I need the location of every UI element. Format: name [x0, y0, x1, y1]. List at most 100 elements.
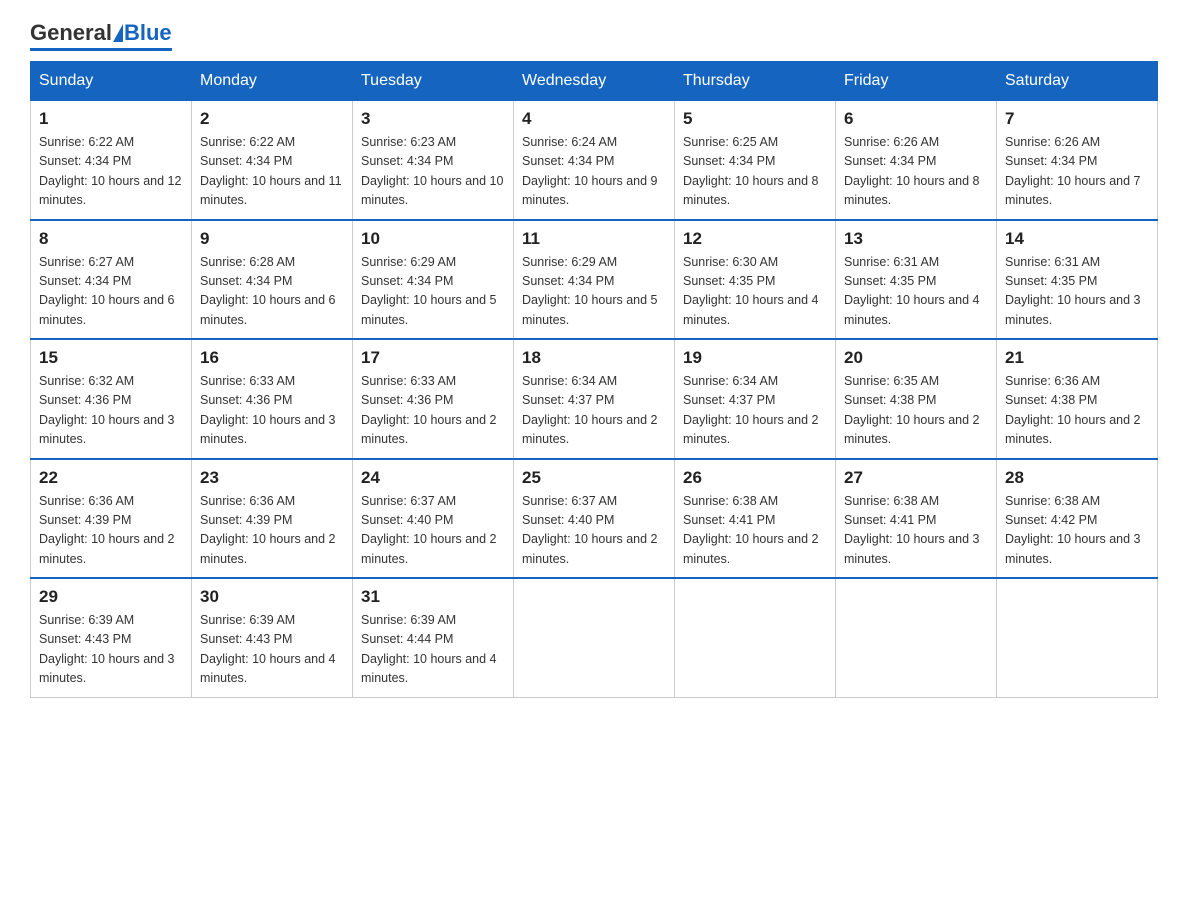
- day-info: Sunrise: 6:39 AMSunset: 4:43 PMDaylight:…: [200, 613, 336, 685]
- table-row: 17 Sunrise: 6:33 AMSunset: 4:36 PMDayligh…: [353, 339, 514, 459]
- header-tuesday: Tuesday: [353, 62, 514, 101]
- day-number: 16: [200, 348, 344, 368]
- table-row: 29Sunrise: 6:39 AMSunset: 4:43 PMDayligh…: [31, 578, 192, 697]
- day-number: 27: [844, 468, 988, 488]
- table-row: 20 Sunrise: 6:35 AMSunset: 4:38 PMDayligh…: [836, 339, 997, 459]
- day-info: Sunrise: 6:29 AMSunset: 4:34 PMDaylight:…: [361, 255, 497, 327]
- day-number: 23: [200, 468, 344, 488]
- day-number: 18: [522, 348, 666, 368]
- day-info: Sunrise: 6:33 AMSunset: 4:36 PMDaylight:…: [200, 374, 336, 446]
- logo-triangle-icon: [113, 24, 123, 42]
- table-row: 25 Sunrise: 6:37 AMSunset: 4:40 PMDayligh…: [514, 459, 675, 579]
- day-number: 10: [361, 229, 505, 249]
- table-row: 11Sunrise: 6:29 AMSunset: 4:34 PMDayligh…: [514, 220, 675, 340]
- table-row: 2Sunrise: 6:22 AMSunset: 4:34 PMDaylight…: [192, 101, 353, 220]
- day-number: 12: [683, 229, 827, 249]
- day-number: 7: [1005, 109, 1149, 129]
- day-number: 14: [1005, 229, 1149, 249]
- week-row-5: 29Sunrise: 6:39 AMSunset: 4:43 PMDayligh…: [31, 578, 1158, 697]
- table-row: 14Sunrise: 6:31 AMSunset: 4:35 PMDayligh…: [997, 220, 1158, 340]
- header-friday: Friday: [836, 62, 997, 101]
- day-number: 28: [1005, 468, 1149, 488]
- day-info: Sunrise: 6:34 AMSunset: 4:37 PMDaylight:…: [522, 374, 658, 446]
- day-info: Sunrise: 6:36 AMSunset: 4:38 PMDaylight:…: [1005, 374, 1141, 446]
- day-number: 26: [683, 468, 827, 488]
- day-info: Sunrise: 6:28 AMSunset: 4:34 PMDaylight:…: [200, 255, 336, 327]
- day-number: 21: [1005, 348, 1149, 368]
- days-header-row: SundayMondayTuesdayWednesdayThursdayFrid…: [31, 62, 1158, 101]
- day-number: 13: [844, 229, 988, 249]
- table-row: 19 Sunrise: 6:34 AMSunset: 4:37 PMDayligh…: [675, 339, 836, 459]
- table-row: 30 Sunrise: 6:39 AMSunset: 4:43 PMDayligh…: [192, 578, 353, 697]
- day-number: 31: [361, 587, 505, 607]
- table-row: [675, 578, 836, 697]
- day-info: Sunrise: 6:38 AMSunset: 4:41 PMDaylight:…: [844, 494, 980, 566]
- day-number: 22: [39, 468, 183, 488]
- day-number: 8: [39, 229, 183, 249]
- table-row: 26Sunrise: 6:38 AMSunset: 4:41 PMDayligh…: [675, 459, 836, 579]
- day-number: 4: [522, 109, 666, 129]
- day-info: Sunrise: 6:34 AMSunset: 4:37 PMDaylight:…: [683, 374, 819, 446]
- day-info: Sunrise: 6:39 AMSunset: 4:43 PMDaylight:…: [39, 613, 175, 685]
- header-monday: Monday: [192, 62, 353, 101]
- logo-blue-text: Blue: [124, 20, 172, 46]
- day-number: 19: [683, 348, 827, 368]
- day-number: 17: [361, 348, 505, 368]
- day-number: 15: [39, 348, 183, 368]
- logo-general-text: General: [30, 20, 112, 46]
- day-info: Sunrise: 6:26 AMSunset: 4:34 PMDaylight:…: [1005, 135, 1141, 207]
- day-number: 6: [844, 109, 988, 129]
- table-row: [836, 578, 997, 697]
- table-row: 12 Sunrise: 6:30 AMSunset: 4:35 PMDayligh…: [675, 220, 836, 340]
- table-row: 18 Sunrise: 6:34 AMSunset: 4:37 PMDayligh…: [514, 339, 675, 459]
- day-info: Sunrise: 6:33 AMSunset: 4:36 PMDaylight:…: [361, 374, 497, 446]
- table-row: 8 Sunrise: 6:27 AMSunset: 4:34 PMDaylight…: [31, 220, 192, 340]
- day-info: Sunrise: 6:39 AMSunset: 4:44 PMDaylight:…: [361, 613, 497, 685]
- week-row-4: 22 Sunrise: 6:36 AMSunset: 4:39 PMDayligh…: [31, 459, 1158, 579]
- day-info: Sunrise: 6:36 AMSunset: 4:39 PMDaylight:…: [200, 494, 336, 566]
- day-info: Sunrise: 6:38 AMSunset: 4:42 PMDaylight:…: [1005, 494, 1141, 566]
- day-number: 9: [200, 229, 344, 249]
- day-info: Sunrise: 6:22 AMSunset: 4:34 PMDaylight:…: [39, 135, 181, 207]
- day-number: 1: [39, 109, 183, 129]
- week-row-3: 15 Sunrise: 6:32 AMSunset: 4:36 PMDayligh…: [31, 339, 1158, 459]
- day-info: Sunrise: 6:31 AMSunset: 4:35 PMDaylight:…: [844, 255, 980, 327]
- page-header: General Blue: [30, 20, 1158, 51]
- day-info: Sunrise: 6:25 AMSunset: 4:34 PMDaylight:…: [683, 135, 819, 207]
- day-info: Sunrise: 6:32 AMSunset: 4:36 PMDaylight:…: [39, 374, 175, 446]
- day-info: Sunrise: 6:35 AMSunset: 4:38 PMDaylight:…: [844, 374, 980, 446]
- logo-underline: [30, 48, 172, 51]
- day-info: Sunrise: 6:37 AMSunset: 4:40 PMDaylight:…: [361, 494, 497, 566]
- day-number: 5: [683, 109, 827, 129]
- day-info: Sunrise: 6:30 AMSunset: 4:35 PMDaylight:…: [683, 255, 819, 327]
- day-number: 30: [200, 587, 344, 607]
- header-saturday: Saturday: [997, 62, 1158, 101]
- table-row: 7 Sunrise: 6:26 AMSunset: 4:34 PMDaylight…: [997, 101, 1158, 220]
- calendar-table: SundayMondayTuesdayWednesdayThursdayFrid…: [30, 61, 1158, 698]
- table-row: 6 Sunrise: 6:26 AMSunset: 4:34 PMDaylight…: [836, 101, 997, 220]
- day-number: 25: [522, 468, 666, 488]
- table-row: 15 Sunrise: 6:32 AMSunset: 4:36 PMDayligh…: [31, 339, 192, 459]
- day-info: Sunrise: 6:27 AMSunset: 4:34 PMDaylight:…: [39, 255, 175, 327]
- table-row: 24 Sunrise: 6:37 AMSunset: 4:40 PMDayligh…: [353, 459, 514, 579]
- table-row: 5 Sunrise: 6:25 AMSunset: 4:34 PMDaylight…: [675, 101, 836, 220]
- table-row: 16 Sunrise: 6:33 AMSunset: 4:36 PMDayligh…: [192, 339, 353, 459]
- week-row-2: 8 Sunrise: 6:27 AMSunset: 4:34 PMDaylight…: [31, 220, 1158, 340]
- table-row: 4 Sunrise: 6:24 AMSunset: 4:34 PMDaylight…: [514, 101, 675, 220]
- day-number: 24: [361, 468, 505, 488]
- week-row-1: 1 Sunrise: 6:22 AMSunset: 4:34 PMDaylight…: [31, 101, 1158, 220]
- table-row: 3 Sunrise: 6:23 AMSunset: 4:34 PMDaylight…: [353, 101, 514, 220]
- day-number: 3: [361, 109, 505, 129]
- header-sunday: Sunday: [31, 62, 192, 101]
- day-info: Sunrise: 6:37 AMSunset: 4:40 PMDaylight:…: [522, 494, 658, 566]
- table-row: 27 Sunrise: 6:38 AMSunset: 4:41 PMDayligh…: [836, 459, 997, 579]
- day-number: 20: [844, 348, 988, 368]
- day-info: Sunrise: 6:24 AMSunset: 4:34 PMDaylight:…: [522, 135, 658, 207]
- day-info: Sunrise: 6:23 AMSunset: 4:34 PMDaylight:…: [361, 135, 503, 207]
- day-info: Sunrise: 6:36 AMSunset: 4:39 PMDaylight:…: [39, 494, 175, 566]
- day-info: Sunrise: 6:29 AMSunset: 4:34 PMDaylight:…: [522, 255, 658, 327]
- table-row: 23 Sunrise: 6:36 AMSunset: 4:39 PMDayligh…: [192, 459, 353, 579]
- header-wednesday: Wednesday: [514, 62, 675, 101]
- day-info: Sunrise: 6:26 AMSunset: 4:34 PMDaylight:…: [844, 135, 980, 207]
- header-thursday: Thursday: [675, 62, 836, 101]
